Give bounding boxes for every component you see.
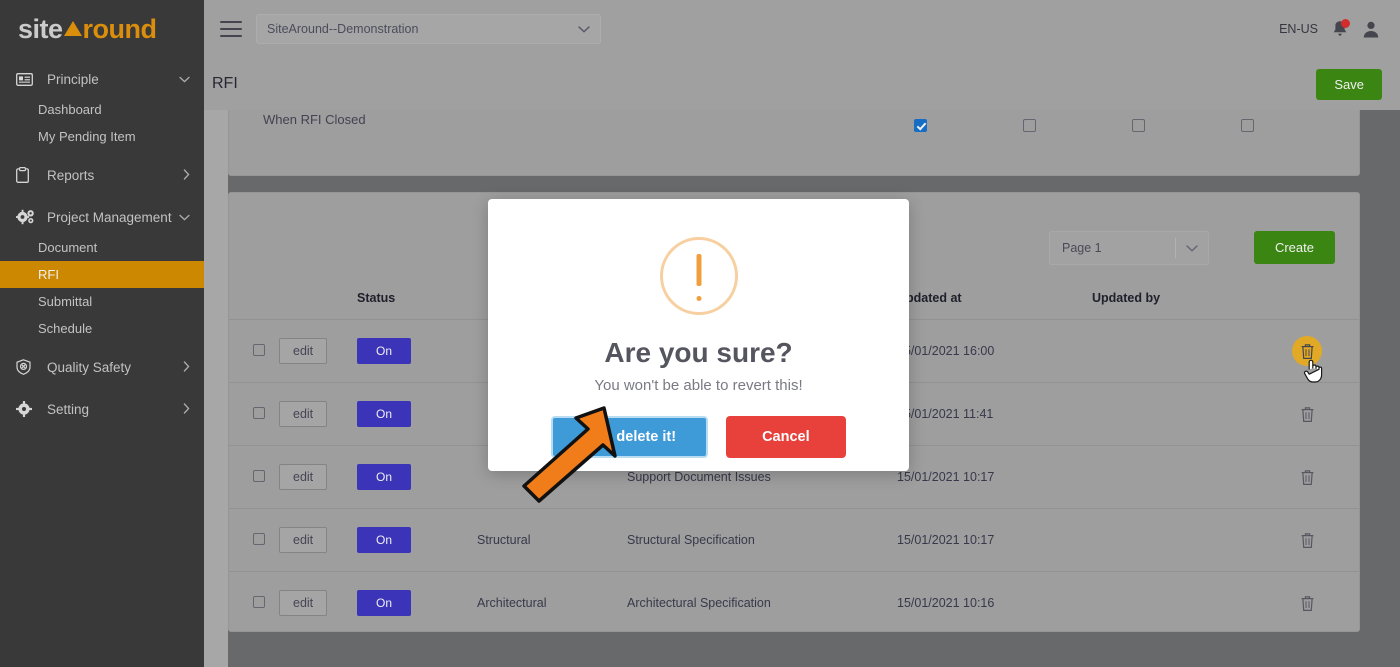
app-root: siteround Principle Dashboard My Pending…	[0, 0, 1400, 667]
exclamation-bar	[696, 254, 701, 286]
modal-message: You won't be able to revert this!	[488, 377, 909, 394]
modal-title: Are you sure?	[488, 337, 909, 369]
confirm-delete-modal: Are you sure? You won't be able to rever…	[488, 199, 909, 471]
exclamation-dot	[696, 296, 701, 301]
warning-exclamation-icon	[660, 237, 738, 315]
cancel-button[interactable]: Cancel	[726, 416, 846, 458]
modal-actions: Yes, delete it! Cancel	[488, 416, 909, 458]
confirm-delete-button[interactable]: Yes, delete it!	[551, 416, 708, 458]
